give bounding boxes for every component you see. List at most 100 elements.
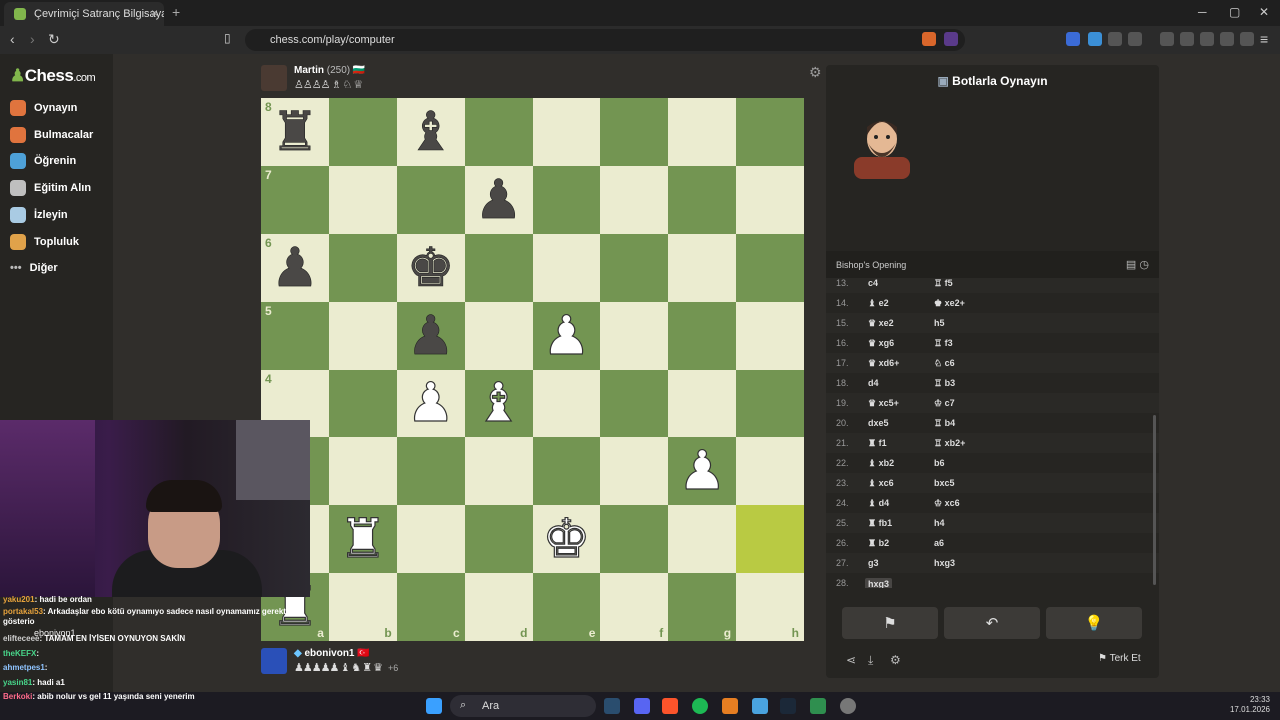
book-icon[interactable]: ▤ <box>1126 259 1136 271</box>
square-c5[interactable]: ♟ <box>396 301 465 370</box>
close-tab-icon[interactable]: × <box>151 6 158 20</box>
hint-button[interactable]: 💡 <box>1046 607 1142 639</box>
white-move[interactable]: ♜ b2 <box>868 538 889 549</box>
square-c4[interactable]: ♟ <box>396 369 465 438</box>
sidebar-item-play[interactable]: Oynayın <box>10 97 77 119</box>
bot-avatar[interactable] <box>854 113 910 179</box>
bookmark-icon[interactable]: ▯ <box>224 31 231 45</box>
square-b1[interactable]: b <box>328 573 397 641</box>
black-rook-icon[interactable]: ♜ <box>270 105 319 160</box>
sidebar-item-watch[interactable]: İzleyin <box>10 204 68 226</box>
white-move[interactable]: c4 <box>868 278 878 288</box>
square-a7[interactable]: 7 <box>261 165 329 234</box>
white-move[interactable]: ♝ xb2 <box>868 458 894 469</box>
black-pawn-icon[interactable]: ♟ <box>406 308 455 363</box>
minimize-icon[interactable]: ─ <box>1198 5 1207 19</box>
white-move[interactable]: dxe5 <box>868 418 889 428</box>
spotify-icon[interactable] <box>692 698 708 714</box>
square-h7[interactable] <box>736 165 804 234</box>
black-move[interactable]: ♖ xb2+ <box>934 438 965 449</box>
sidebar-item-more[interactable]: ••• Diğer <box>10 257 58 279</box>
white-move[interactable]: ♛ xg6 <box>868 338 894 349</box>
square-h2[interactable] <box>736 505 804 574</box>
square-d2[interactable] <box>464 505 533 574</box>
xbox-icon[interactable] <box>810 698 826 714</box>
brave-rewards-icon[interactable] <box>944 32 958 46</box>
square-h6[interactable] <box>736 233 804 302</box>
white-move[interactable]: ♛ xd6+ <box>868 358 899 369</box>
white-move[interactable]: g3 <box>868 558 879 568</box>
sidebar-item-community[interactable]: Topluluk <box>10 231 79 253</box>
vpn-icon[interactable] <box>1240 32 1254 46</box>
black-bishop-icon[interactable]: ♝ <box>406 105 455 160</box>
share-icon[interactable]: ⋖ <box>846 653 856 667</box>
square-f7[interactable] <box>600 165 669 234</box>
square-e3[interactable] <box>532 437 601 506</box>
square-e4[interactable] <box>532 369 601 438</box>
white-pawn-icon[interactable]: ♟ <box>542 308 592 363</box>
system-clock[interactable]: 23:33 17.01.2026 <box>1230 695 1270 715</box>
square-d8[interactable] <box>464 98 533 166</box>
white-move[interactable]: ♛ xe2 <box>868 318 894 329</box>
square-f6[interactable] <box>600 233 669 302</box>
extension-icon[interactable] <box>1066 32 1080 46</box>
new-tab-button[interactable]: + <box>172 4 180 20</box>
square-f2[interactable] <box>600 505 669 574</box>
white-pawn-icon[interactable]: ♟ <box>677 444 727 499</box>
windows-start-icon[interactable] <box>426 698 442 714</box>
square-b3[interactable] <box>328 437 397 506</box>
white-move[interactable]: ♝ xc6 <box>868 478 894 489</box>
white-rook-icon[interactable]: ♜ <box>338 512 388 567</box>
square-b6[interactable] <box>328 233 397 302</box>
square-f3[interactable] <box>600 437 669 506</box>
back-icon[interactable]: ‹ <box>10 31 15 47</box>
sidebar-item-train[interactable]: Eğitim Alın <box>10 177 91 199</box>
white-pawn-icon[interactable]: ♟ <box>406 376 456 431</box>
white-move[interactable]: ♝ d4 <box>868 498 889 509</box>
square-g5[interactable] <box>668 301 737 370</box>
square-g2[interactable] <box>668 505 737 574</box>
black-move[interactable]: ♖ b3 <box>934 378 955 389</box>
chess-board[interactable]: 8♜♝7♟6♟♚5♟♟4♟♝3♟2♜♚1a♜bcdefgh <box>261 98 804 641</box>
move-list-scrollbar[interactable] <box>1153 415 1156 585</box>
forward-icon[interactable]: › <box>30 31 35 47</box>
square-h1[interactable]: h <box>736 573 804 641</box>
square-c7[interactable] <box>396 165 465 234</box>
square-b5[interactable] <box>328 301 397 370</box>
white-move[interactable]: ♜ f1 <box>868 438 887 449</box>
white-move[interactable]: ♜ fb1 <box>868 518 892 529</box>
black-move[interactable]: bxc5 <box>934 478 955 488</box>
black-move[interactable]: h5 <box>934 318 945 328</box>
brave-browser-icon[interactable] <box>662 698 678 714</box>
sidebar-item-puzzles[interactable]: Bulmacalar <box>10 124 93 146</box>
square-h8[interactable] <box>736 98 804 166</box>
square-c8[interactable]: ♝ <box>396 98 465 166</box>
square-b4[interactable] <box>328 369 397 438</box>
extension-icon[interactable] <box>1088 32 1102 46</box>
sidebar-icon[interactable] <box>1128 32 1142 46</box>
black-move[interactable]: b6 <box>934 458 945 468</box>
brave-shield-icon[interactable] <box>922 32 936 46</box>
square-d4[interactable]: ♝ <box>464 369 533 438</box>
reload-icon[interactable]: ↻ <box>48 31 60 48</box>
square-f1[interactable]: f <box>600 573 669 641</box>
browser-tab[interactable]: Çevrimiçi Satranç Bilgisayara × <box>4 2 164 26</box>
leo-ai-icon[interactable] <box>1220 32 1234 46</box>
square-f8[interactable] <box>600 98 669 166</box>
menu-icon[interactable]: ≡ <box>1260 31 1268 47</box>
square-e2[interactable]: ♚ <box>532 505 601 574</box>
resign-flag-button[interactable]: ⚑ <box>842 607 938 639</box>
square-g6[interactable] <box>668 233 737 302</box>
square-c2[interactable] <box>396 505 465 574</box>
black-move[interactable]: ♔ xc6 <box>934 498 960 509</box>
opponent-name[interactable]: Martin <box>294 65 324 76</box>
download-icon[interactable]: ⤓ <box>868 653 873 668</box>
white-move[interactable]: ♛ xc5+ <box>868 398 899 409</box>
black-move[interactable]: ♖ f3 <box>934 338 953 349</box>
steam-client-icon[interactable] <box>780 698 796 714</box>
black-move[interactable]: ♔ c7 <box>934 398 955 409</box>
square-h3[interactable] <box>736 437 804 506</box>
square-d3[interactable] <box>464 437 533 506</box>
square-g3[interactable]: ♟ <box>668 437 737 506</box>
black-move[interactable]: a6 <box>934 538 944 548</box>
